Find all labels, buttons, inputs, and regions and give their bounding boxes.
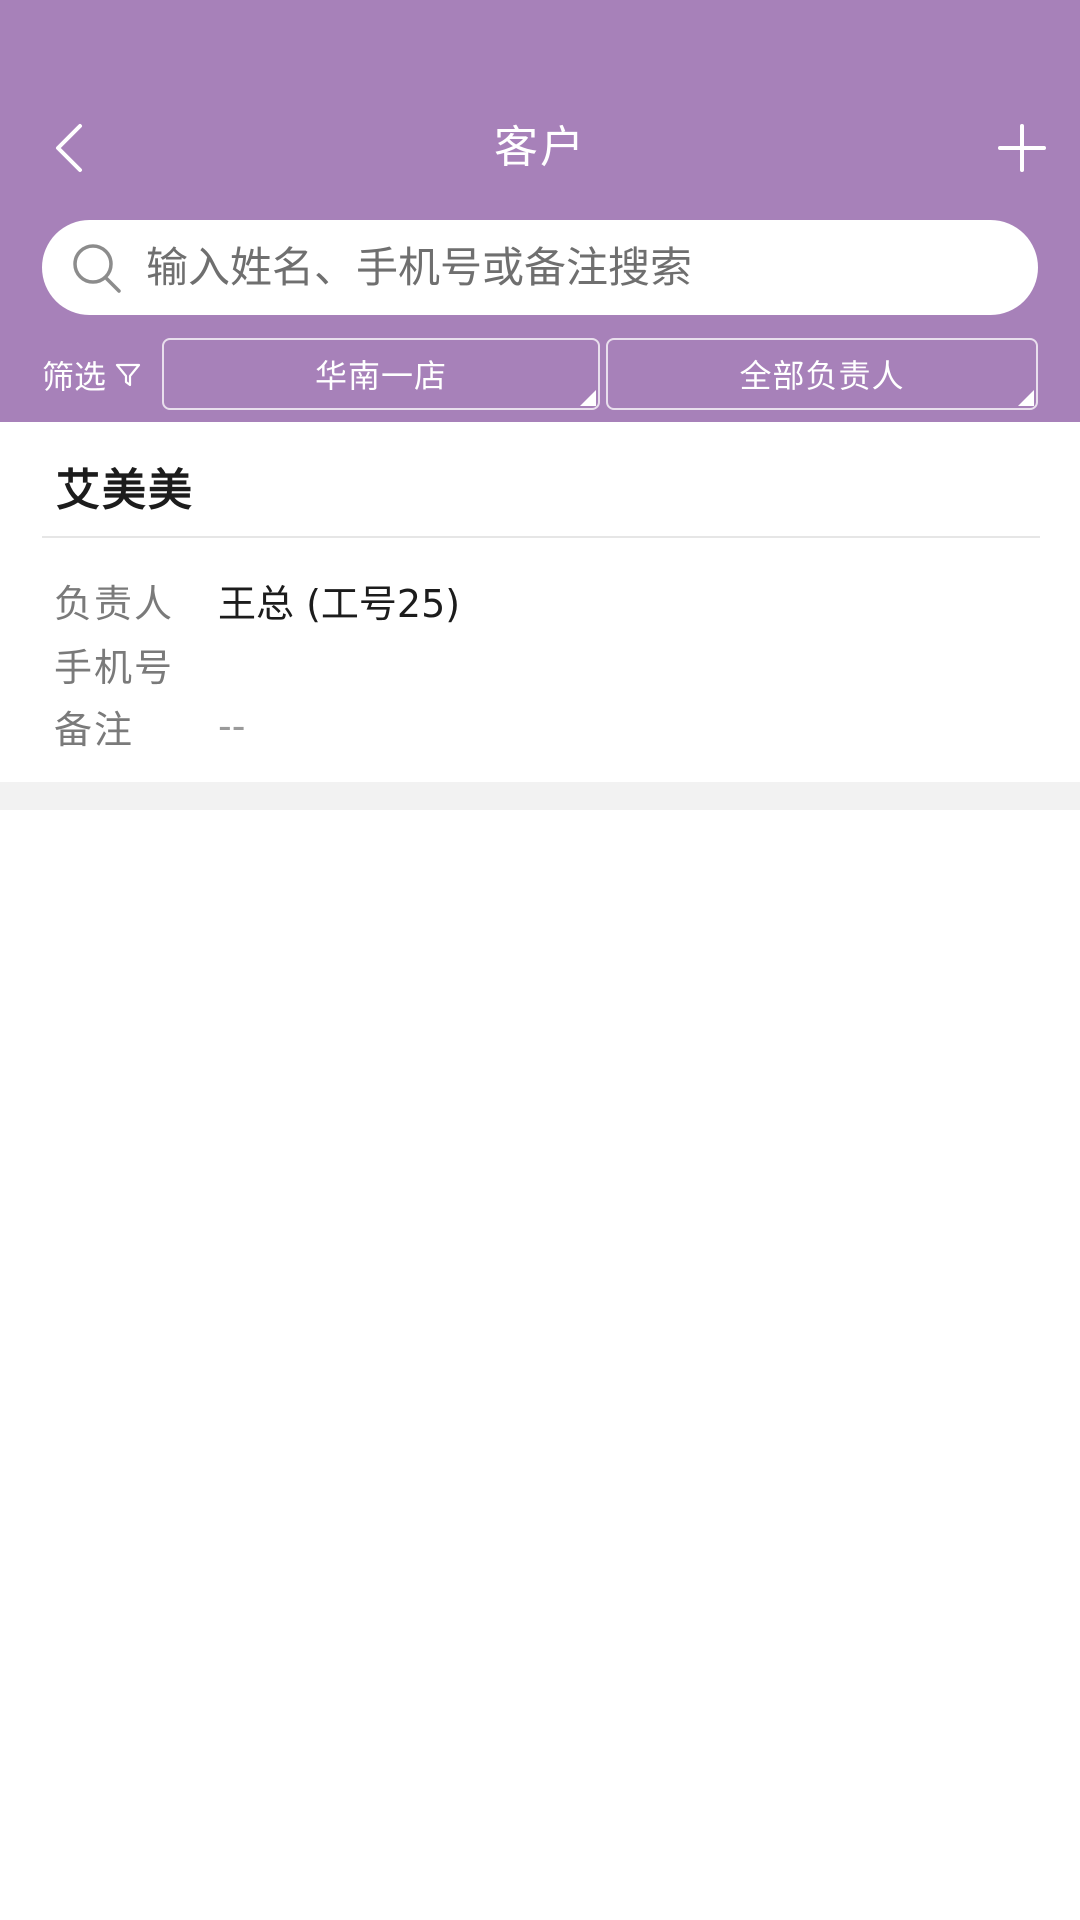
add-customer-button[interactable] bbox=[982, 110, 1062, 185]
customer-list-screen: 客户 筛选 bbox=[0, 0, 1080, 1920]
search-icon bbox=[62, 233, 132, 303]
divider bbox=[42, 536, 1040, 538]
funnel-icon bbox=[114, 361, 142, 389]
customer-name: 艾美美 bbox=[56, 465, 194, 516]
nav-bar: 客户 bbox=[0, 100, 1080, 195]
filter-button[interactable]: 筛选 bbox=[42, 338, 142, 412]
phone-label: 手机号 bbox=[54, 645, 175, 690]
phone-row: 手机号 bbox=[54, 634, 218, 694]
search-bar[interactable] bbox=[42, 220, 1038, 315]
owner-row: 负责人 王总 (工号25) bbox=[54, 570, 460, 630]
header: 客户 筛选 bbox=[0, 0, 1080, 422]
owner-value: 王总 (工号25) bbox=[218, 581, 461, 626]
dropdown-corner-icon bbox=[580, 390, 596, 406]
dropdown-corner-icon bbox=[1018, 390, 1034, 406]
note-row: 备注 -- bbox=[54, 696, 245, 756]
owner-dropdown[interactable]: 全部负责人 bbox=[606, 338, 1038, 410]
note-label: 备注 bbox=[54, 707, 135, 752]
search-input[interactable] bbox=[146, 232, 1038, 303]
note-value: -- bbox=[218, 704, 246, 748]
filter-label: 筛选 bbox=[42, 358, 107, 396]
page-title: 客户 bbox=[494, 122, 586, 173]
owner-label: 负责人 bbox=[54, 581, 175, 626]
list-separator bbox=[0, 782, 1080, 810]
owner-dropdown-value: 全部负责人 bbox=[739, 357, 905, 395]
plus-icon bbox=[998, 123, 1046, 172]
store-dropdown[interactable]: 华南一店 bbox=[162, 338, 600, 410]
customer-card[interactable]: 艾美美 负责人 王总 (工号25) 手机号 备注 -- bbox=[0, 424, 1080, 782]
store-dropdown-value: 华南一店 bbox=[314, 357, 447, 395]
filter-row: 筛选 华南一店 全部负责人 bbox=[0, 338, 1080, 412]
